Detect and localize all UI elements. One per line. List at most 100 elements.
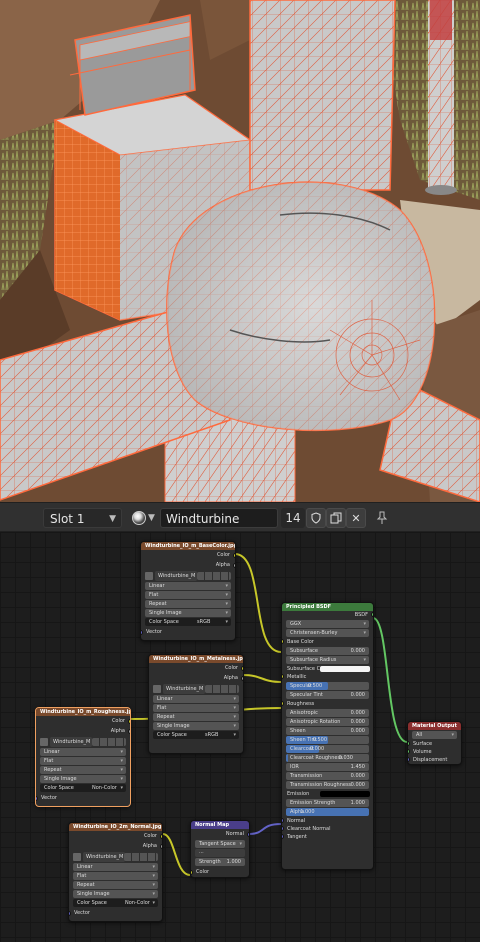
fake-user-button[interactable] [306, 508, 326, 528]
node-title: Normal Map [191, 821, 249, 829]
color-space-dropdown[interactable]: Color Space Non-Color ▾ [40, 784, 126, 792]
socket-surface: Surface [408, 740, 461, 748]
socket[interactable] [160, 844, 162, 849]
projection-dropdown[interactable]: Flat ▾ [73, 872, 158, 880]
color-space-dropdown[interactable]: Color Space Non-Color ▾ [73, 899, 158, 907]
projection-dropdown[interactable]: Flat ▾ [153, 704, 239, 712]
socket[interactable] [141, 630, 143, 635]
material-name-field[interactable]: Windturbine [160, 508, 278, 528]
interpolation-dropdown[interactable]: Linear ▾ [153, 695, 239, 703]
3d-viewport[interactable] [0, 0, 480, 502]
user-count-button[interactable]: 14 [281, 508, 305, 528]
socket[interactable] [233, 563, 235, 568]
shader-node-editor[interactable]: Windturbine_IO_m_BaseColor.jpg Color Alp… [0, 532, 480, 942]
fake-user-shield-icon [311, 512, 321, 524]
extension-dropdown[interactable]: Repeat ▾ [73, 881, 158, 889]
emission-strength-field[interactable]: Emission Strength 1.000 [286, 799, 369, 807]
projection-dropdown[interactable]: Flat ▾ [40, 757, 126, 765]
strength-field[interactable]: Strength 1.000 [195, 858, 245, 866]
socket[interactable] [160, 834, 162, 839]
distribution-dropdown[interactable]: GGX ▾ [286, 620, 369, 628]
socket-color-out: Color [36, 716, 130, 726]
interpolation-dropdown[interactable]: Linear ▾ [73, 863, 158, 871]
node-principled-bsdf[interactable]: Principled BSDF BSDF GGX ▾ Christensen-Bu… [281, 602, 374, 870]
image-selector[interactable]: Windturbine_M [145, 571, 231, 581]
node-roughness-texture[interactable]: Windturbine_IO_m_Roughness.jpg Color Alp… [35, 707, 131, 807]
node-normal-texture[interactable]: Windturbine_IO_2m_Normal.jpg Color Alpha… [68, 822, 163, 922]
subsurface-method-dropdown[interactable]: Christensen-Burley ▾ [286, 629, 369, 637]
color-space-dropdown[interactable]: Color Space sRGB ▾ [145, 618, 231, 626]
socket-tangent: Tangent [282, 833, 373, 841]
node-material-output[interactable]: Material Output All ▾ Surface Volume Disp… [407, 721, 462, 765]
socket[interactable] [69, 911, 71, 916]
duplicate-material-button[interactable] [326, 508, 346, 528]
socket[interactable] [371, 612, 373, 617]
subsurface-radius-dropdown[interactable]: Subsurface Radius ▾ [286, 656, 369, 664]
image-selector[interactable]: Windturbine_M [40, 737, 126, 747]
socket-volume: Volume [408, 748, 461, 756]
extension-dropdown[interactable]: Repeat ▾ [153, 713, 239, 721]
socket-metallic: Metallic [282, 673, 373, 681]
transmission-roughness-field[interactable]: Transmission Roughness 0.000 [286, 781, 369, 789]
color-space-dropdown[interactable]: Color Space sRGB ▾ [153, 731, 239, 739]
transmission-field[interactable]: Transmission 0.000 [286, 772, 369, 780]
socket-normal: Normal [282, 817, 373, 825]
ior-field[interactable]: IOR 1.450 [286, 763, 369, 771]
socket[interactable] [36, 796, 38, 801]
socket[interactable] [233, 553, 235, 558]
socket[interactable] [191, 870, 193, 875]
image-selector[interactable]: Windturbine_M [153, 684, 239, 694]
subsurface-color-row[interactable]: Subsurface Co... [282, 665, 373, 673]
socket-vector-in: Vector [36, 793, 130, 803]
pin-button[interactable] [372, 508, 392, 528]
space-dropdown[interactable]: Tangent Space ▾ [195, 840, 245, 848]
socket-clearcoat-normal: Clearcoat Normal [282, 825, 373, 833]
extension-dropdown[interactable]: Repeat ▾ [145, 600, 231, 608]
anisotropic-rotation-field[interactable]: Anisotropic Rotation 0.000 [286, 718, 369, 726]
material-slot-dropdown[interactable]: Slot 1 ▼ [43, 508, 122, 528]
socket[interactable] [128, 719, 130, 724]
source-dropdown[interactable]: Single Image ▾ [145, 609, 231, 617]
socket-normal-out: Normal [191, 829, 249, 839]
extension-dropdown[interactable]: Repeat ▾ [40, 766, 126, 774]
projection-dropdown[interactable]: Flat ▾ [145, 591, 231, 599]
alpha-slider[interactable]: Alpha1.000 [286, 808, 369, 816]
specular-tint-field[interactable]: Specular Tint 0.000 [286, 691, 369, 699]
anisotropic-field[interactable]: Anisotropic 0.000 [286, 709, 369, 717]
subsurface-field[interactable]: Subsurface 0.000 [286, 647, 369, 655]
socket-alpha-out: Alpha [69, 841, 162, 851]
socket[interactable] [128, 729, 130, 734]
source-dropdown[interactable]: Single Image ▾ [40, 775, 126, 783]
chevron-down-icon: ▼ [109, 514, 116, 524]
unlink-material-button[interactable]: ✕ [346, 508, 366, 528]
source-dropdown[interactable]: Single Image ▾ [73, 890, 158, 898]
node-metallic-texture[interactable]: Windturbine_IO_m_Metalness.jpg Color Alp… [148, 654, 244, 754]
target-dropdown[interactable]: All ▾ [412, 731, 457, 739]
chevron-down-icon: ▾ [225, 583, 228, 589]
interpolation-dropdown[interactable]: Linear ▾ [145, 582, 231, 590]
node-title: Windturbine_IO_m_BaseColor.jpg [141, 542, 235, 550]
interpolation-dropdown[interactable]: Linear ▾ [40, 748, 126, 756]
chevron-down-icon: ▾ [225, 592, 228, 598]
node-title: Windturbine_IO_2m_Normal.jpg [69, 823, 162, 831]
slot-label: Slot 1 [50, 512, 85, 526]
browse-material-button[interactable]: ▼ [130, 508, 158, 528]
node-base-color-texture[interactable]: Windturbine_IO_m_BaseColor.jpg Color Alp… [140, 541, 236, 641]
specular-slider[interactable]: Specular0.500 [286, 682, 369, 690]
socket[interactable] [247, 832, 249, 837]
node-normal-map[interactable]: Normal Map Normal Tangent Space ▾ ⋯ Stren… [190, 820, 250, 878]
emission-row[interactable]: Emission [282, 790, 373, 798]
socket-bsdf-out: BSDF [282, 611, 373, 619]
clearcoat-roughness-slider[interactable]: Clearcoat Roughness0.030 [286, 754, 369, 762]
chevron-down-icon: ▼ [148, 513, 155, 523]
socket[interactable] [241, 666, 243, 671]
uv-map-field[interactable]: ⋯ [195, 849, 245, 857]
source-dropdown[interactable]: Single Image ▾ [153, 722, 239, 730]
image-icon [145, 572, 153, 580]
image-selector[interactable]: Windturbine_M [73, 852, 158, 862]
sheen-tint-slider[interactable]: Sheen Tint0.500 [286, 736, 369, 744]
clearcoat-field[interactable]: Clearcoat0.000 [286, 745, 369, 753]
socket-roughness: Roughness [282, 700, 373, 708]
sheen-field[interactable]: Sheen 0.000 [286, 727, 369, 735]
socket[interactable] [241, 676, 243, 681]
